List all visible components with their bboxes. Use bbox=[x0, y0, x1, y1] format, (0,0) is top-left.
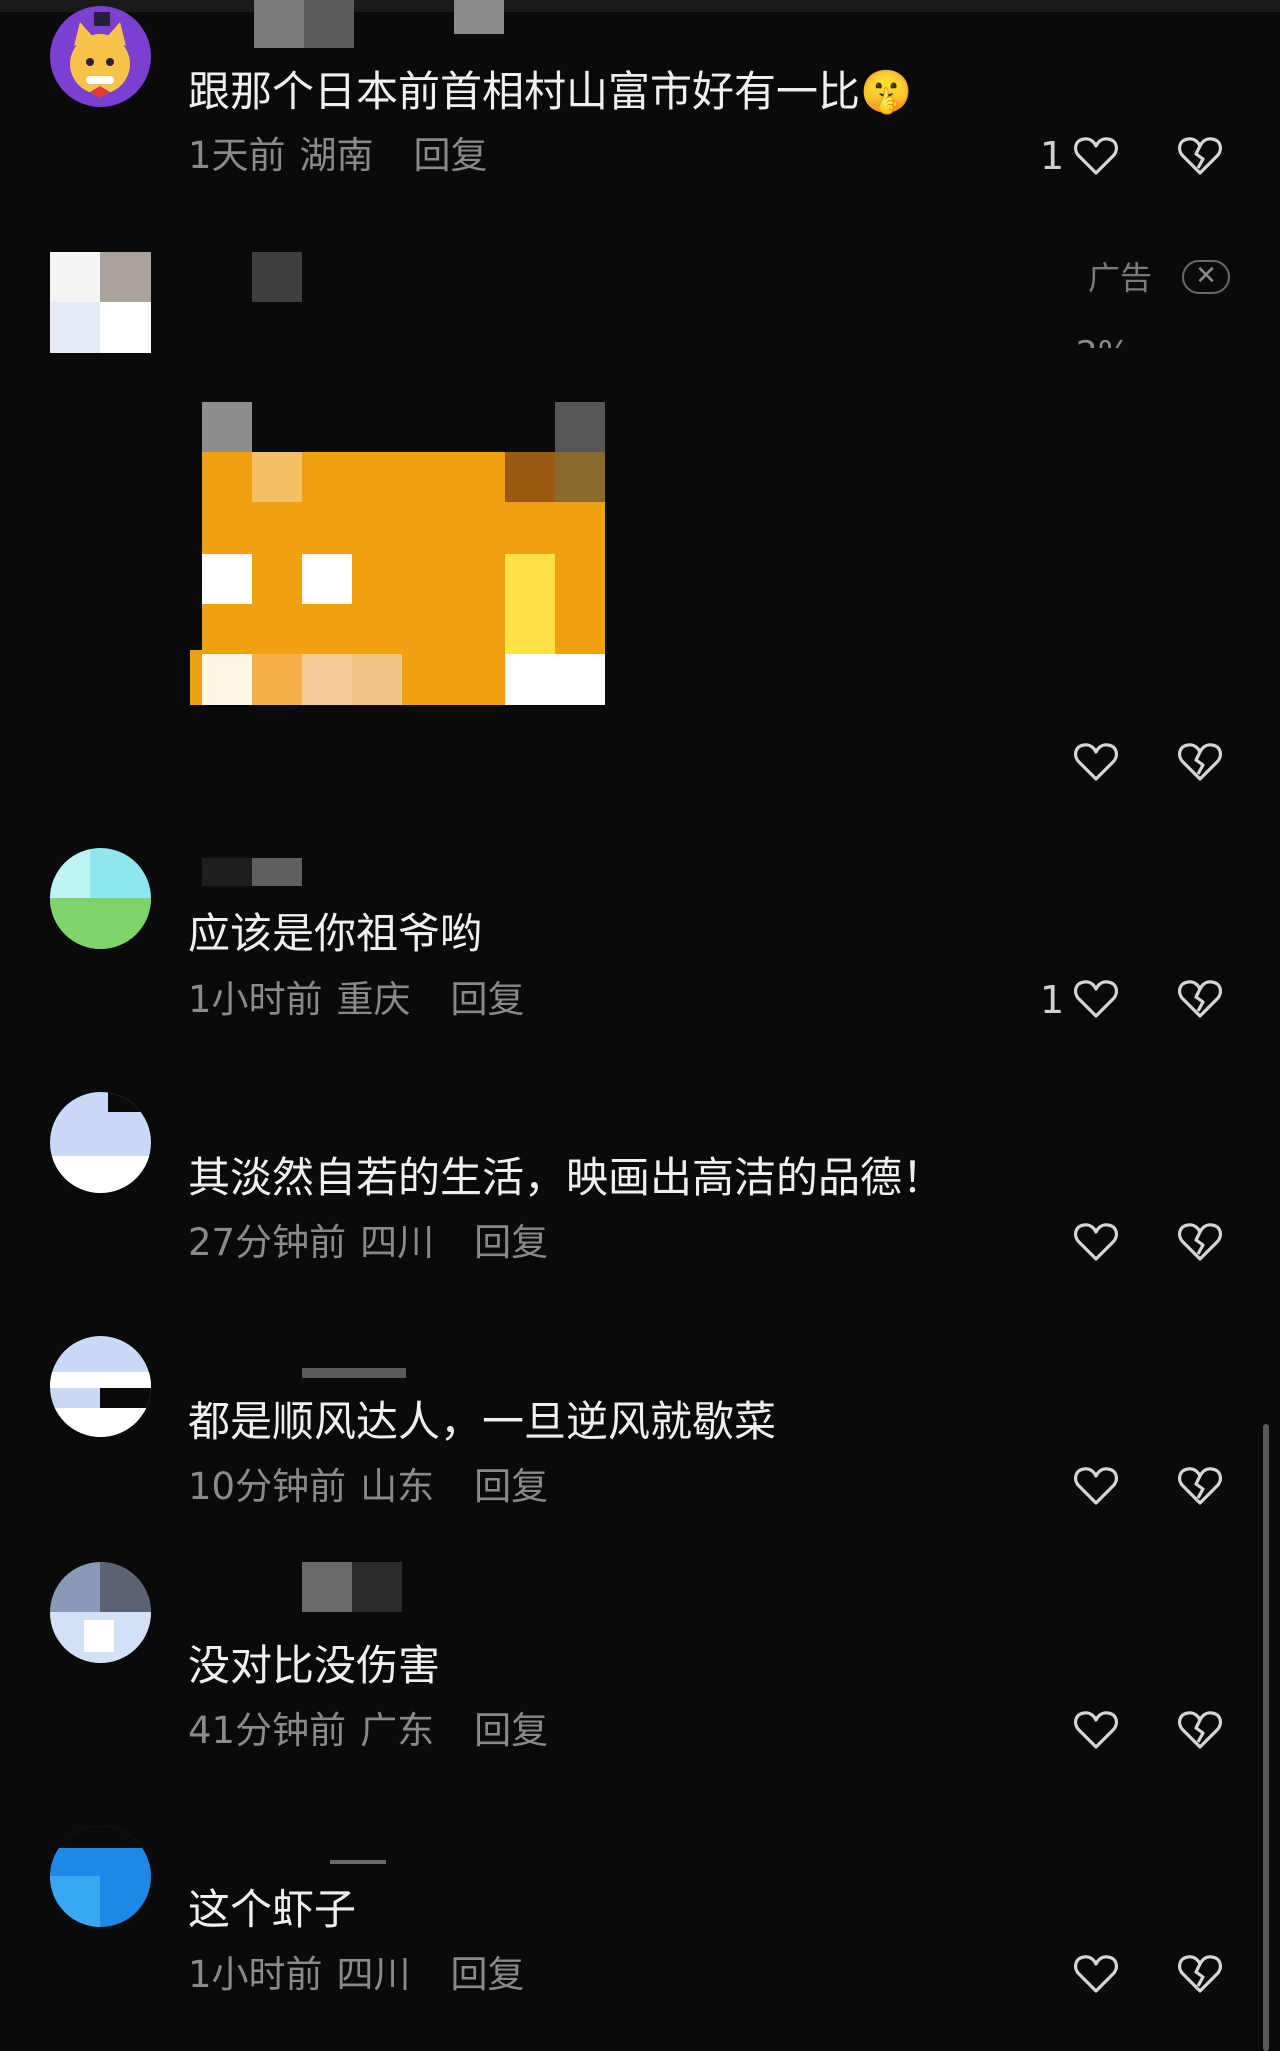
comment-location: 重庆 bbox=[336, 978, 411, 1021]
broken-heart-icon[interactable] bbox=[1176, 1950, 1224, 1998]
ad-name-mosaic bbox=[252, 252, 302, 302]
like-count: 1 bbox=[1040, 978, 1065, 1022]
comment-text: 都是顺风达人，一旦逆风就歇菜 bbox=[188, 1397, 777, 1446]
reply-button[interactable]: 回复 bbox=[451, 1953, 525, 1996]
comment-text: 没对比没伤害 bbox=[188, 1641, 441, 1690]
reply-button[interactable]: 回复 bbox=[474, 1221, 548, 1264]
comment-location: 山东 bbox=[360, 1465, 435, 1508]
comment-time: 1小时前 bbox=[188, 978, 323, 1021]
broken-heart-icon[interactable] bbox=[1176, 1706, 1224, 1754]
heart-outline-icon[interactable] bbox=[1072, 738, 1120, 786]
broken-heart-icon[interactable] bbox=[1176, 1462, 1224, 1510]
reply-button[interactable]: 回复 bbox=[474, 1709, 548, 1752]
comment-location: 广东 bbox=[360, 1709, 435, 1752]
username-mosaic bbox=[330, 1860, 386, 1864]
comment-time: 10分钟前 bbox=[188, 1465, 347, 1508]
comment-time: 27分钟前 bbox=[188, 1221, 347, 1264]
comment-location: 四川 bbox=[336, 1953, 411, 1996]
broken-heart-icon[interactable] bbox=[1176, 975, 1224, 1023]
comment-meta: 41分钟前 广东 回复 bbox=[188, 1706, 562, 1756]
ad-label: 广告 bbox=[1088, 259, 1153, 297]
close-icon[interactable]: ✕ bbox=[1182, 260, 1230, 294]
broken-heart-icon[interactable] bbox=[1176, 132, 1224, 180]
comment-time: 1天前 bbox=[188, 134, 286, 177]
avatar[interactable] bbox=[50, 1336, 151, 1437]
heart-outline-icon[interactable] bbox=[1072, 975, 1120, 1023]
ad-partial-text: 2% bbox=[1076, 332, 1136, 348]
reply-button[interactable]: 回复 bbox=[414, 134, 488, 177]
broken-heart-icon[interactable] bbox=[1176, 1218, 1224, 1266]
comment-meta: 1小时前 四川 回复 bbox=[188, 1950, 539, 2000]
reply-button[interactable]: 回复 bbox=[474, 1465, 548, 1508]
heart-outline-icon[interactable] bbox=[1072, 132, 1120, 180]
ad-avatar[interactable] bbox=[50, 252, 151, 353]
comment-meta: 1小时前 重庆 回复 bbox=[188, 975, 539, 1025]
comment-text: 其淡然自若的生活，映画出高洁的品德！ bbox=[188, 1153, 945, 1202]
avatar[interactable] bbox=[50, 848, 151, 949]
reply-button[interactable]: 回复 bbox=[451, 978, 525, 1021]
ad-image[interactable] bbox=[190, 402, 605, 705]
comment-meta: 1天前 湖南 回复 bbox=[188, 131, 502, 181]
heart-outline-icon[interactable] bbox=[1072, 1462, 1120, 1510]
comment-meta: 27分钟前 四川 回复 bbox=[188, 1218, 562, 1268]
avatar[interactable] bbox=[50, 1562, 151, 1663]
comment-text: 这个虾子 bbox=[188, 1885, 357, 1934]
comment-text: 跟那个日本前首相村山富市好有一比🤫 bbox=[188, 67, 913, 116]
comment-location: 湖南 bbox=[299, 134, 374, 177]
comment-time: 1小时前 bbox=[188, 1953, 323, 1996]
username-mosaic bbox=[254, 0, 504, 48]
comment-meta: 10分钟前 山东 回复 bbox=[188, 1462, 562, 1512]
avatar[interactable] bbox=[50, 1826, 151, 1927]
heart-outline-icon[interactable] bbox=[1072, 1950, 1120, 1998]
username-mosaic bbox=[302, 1562, 402, 1612]
comment-text: 应该是你祖爷哟 bbox=[188, 909, 483, 958]
avatar[interactable] bbox=[50, 6, 151, 107]
top-bar bbox=[0, 0, 1280, 12]
shush-emoji-icon: 🤫 bbox=[860, 67, 913, 116]
heart-outline-icon[interactable] bbox=[1072, 1706, 1120, 1754]
scrollbar[interactable] bbox=[1263, 1424, 1269, 2051]
username-mosaic bbox=[202, 858, 302, 886]
broken-heart-icon[interactable] bbox=[1176, 738, 1224, 786]
comment-location: 四川 bbox=[360, 1221, 435, 1264]
like-count: 1 bbox=[1040, 134, 1065, 178]
comment-time: 41分钟前 bbox=[188, 1709, 347, 1752]
username-mosaic bbox=[302, 1368, 406, 1378]
heart-outline-icon[interactable] bbox=[1072, 1218, 1120, 1266]
avatar[interactable] bbox=[50, 1092, 151, 1193]
